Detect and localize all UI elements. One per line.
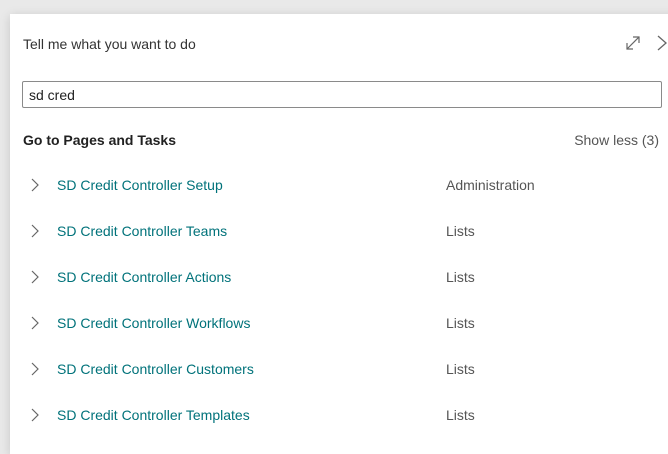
result-category: Lists — [446, 407, 475, 423]
search-input[interactable] — [22, 81, 662, 108]
result-row[interactable]: SD Credit Controller Teams Lists — [10, 210, 668, 256]
result-row[interactable]: SD Credit Controller Customers Lists — [10, 348, 668, 394]
result-row[interactable]: SD Credit Controller Setup Administratio… — [10, 164, 668, 210]
section-title: Go to Pages and Tasks — [23, 132, 177, 148]
results-list: SD Credit Controller Setup Administratio… — [10, 164, 668, 440]
chevron-right-icon — [31, 270, 39, 284]
result-row[interactable]: SD Credit Controller Workflows Lists — [10, 302, 668, 348]
result-name[interactable]: SD Credit Controller Templates — [57, 407, 250, 423]
chevron-right-icon — [31, 408, 39, 422]
result-name[interactable]: SD Credit Controller Setup — [57, 177, 223, 193]
result-category: Lists — [446, 269, 475, 285]
result-category: Lists — [446, 315, 475, 331]
result-row[interactable]: SD Credit Controller Templates Lists — [10, 394, 668, 440]
result-row[interactable]: SD Credit Controller Actions Lists — [10, 256, 668, 302]
show-less-link[interactable]: Show less (3) — [574, 132, 659, 148]
result-name[interactable]: SD Credit Controller Customers — [57, 361, 254, 377]
chevron-right-icon — [31, 224, 39, 238]
result-category: Lists — [446, 223, 475, 239]
result-category: Lists — [446, 361, 475, 377]
result-name[interactable]: SD Credit Controller Actions — [57, 269, 231, 285]
tell-me-dialog: Tell me what you want to do Go to Pages … — [10, 14, 668, 454]
result-category: Administration — [446, 177, 535, 193]
result-name[interactable]: SD Credit Controller Teams — [57, 223, 227, 239]
chevron-right-icon — [31, 362, 39, 376]
chevron-right-icon — [31, 178, 39, 192]
close-icon[interactable] — [654, 34, 668, 52]
dialog-title: Tell me what you want to do — [23, 36, 196, 52]
expand-icon[interactable] — [624, 34, 642, 52]
chevron-right-icon — [31, 316, 39, 330]
result-name[interactable]: SD Credit Controller Workflows — [57, 315, 250, 331]
